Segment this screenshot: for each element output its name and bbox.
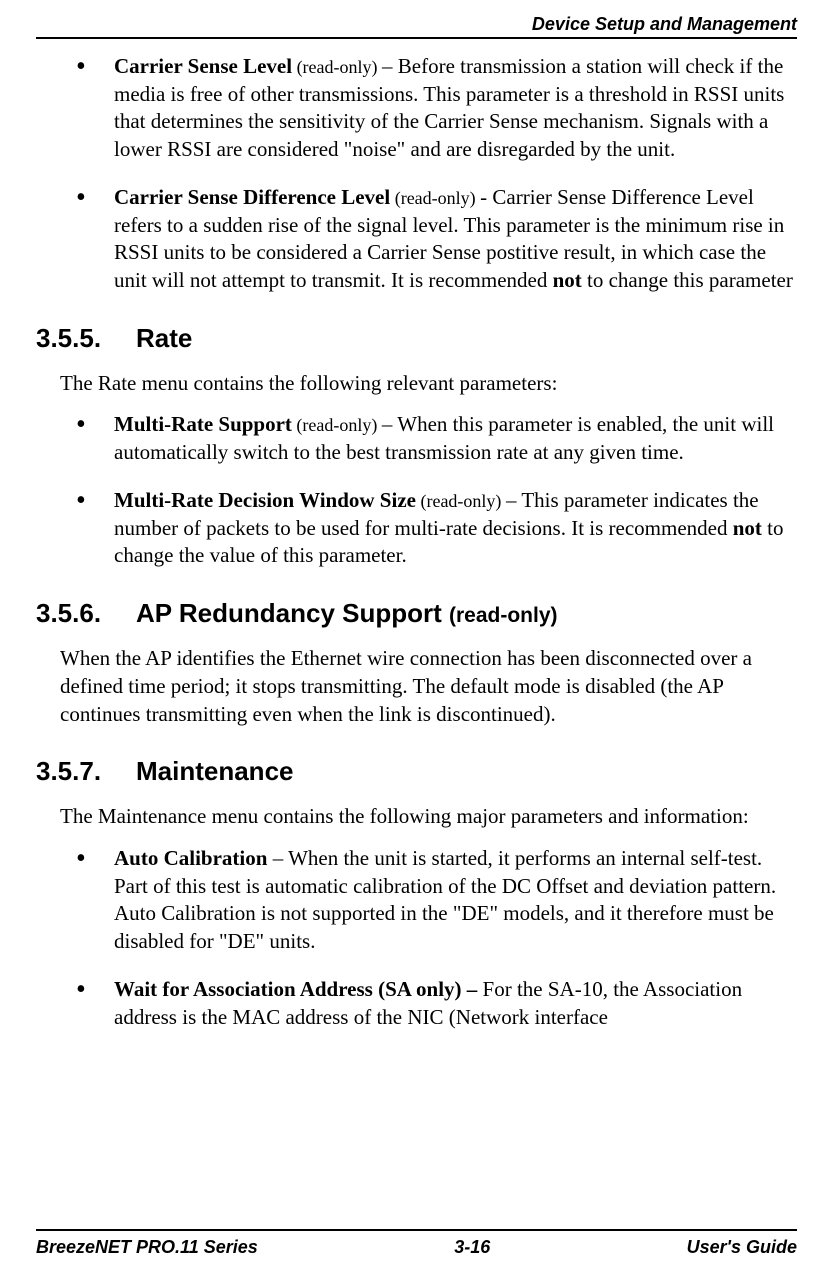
description-post: to change this parameter: [582, 268, 793, 292]
header-title: Device Setup and Management: [532, 14, 797, 34]
read-only-tag: (read-only): [390, 188, 480, 208]
separator: –: [506, 488, 521, 512]
section-heading-maintenance: 3.5.7.Maintenance: [36, 756, 797, 787]
page-content: Carrier Sense Level (read-only) – Before…: [36, 39, 797, 1229]
emphasis: not: [733, 516, 762, 540]
read-only-tag: (read-only): [292, 57, 382, 77]
page-footer: BreezeNET PRO.11 Series 3-16 User's Guid…: [36, 1229, 797, 1258]
top-bullet-list: Carrier Sense Level (read-only) – Before…: [36, 53, 797, 295]
term: Wait for Association Address (SA only) –: [114, 977, 483, 1001]
list-item: Wait for Association Address (SA only) –…: [76, 976, 797, 1031]
separator: –: [382, 54, 398, 78]
section-title: Maintenance: [136, 756, 294, 786]
section-intro: The Rate menu contains the following rel…: [60, 370, 797, 398]
list-item: Auto Calibration – When the unit is star…: [76, 845, 797, 956]
term: Auto Calibration: [114, 846, 273, 870]
section-number: 3.5.5.: [36, 323, 136, 354]
list-item: Multi-Rate Support (read-only) – When th…: [76, 411, 797, 466]
read-only-tag: (read-only): [416, 491, 506, 511]
list-item: Multi-Rate Decision Window Size (read-on…: [76, 487, 797, 570]
section-number: 3.5.6.: [36, 598, 136, 629]
section-paragraph: When the AP identifies the Ethernet wire…: [60, 645, 797, 728]
section-title: Rate: [136, 323, 192, 353]
maintenance-bullet-list: Auto Calibration – When the unit is star…: [36, 845, 797, 1031]
section-heading-rate: 3.5.5.Rate: [36, 323, 797, 354]
section-intro: The Maintenance menu contains the follow…: [60, 803, 797, 831]
section-heading-ap-redundancy: 3.5.6.AP Redundancy Support (read-only): [36, 598, 797, 629]
rate-bullet-list: Multi-Rate Support (read-only) – When th…: [36, 411, 797, 570]
separator: –: [382, 412, 397, 436]
separator: -: [480, 185, 492, 209]
read-only-tag: (read-only): [449, 604, 558, 627]
page-header: Device Setup and Management: [36, 14, 797, 39]
list-item: Carrier Sense Difference Level (read-onl…: [76, 184, 797, 295]
term: Carrier Sense Difference Level: [114, 185, 390, 209]
read-only-tag: (read-only): [292, 415, 382, 435]
list-item: Carrier Sense Level (read-only) – Before…: [76, 53, 797, 164]
term: Carrier Sense Level: [114, 54, 292, 78]
footer-right: User's Guide: [687, 1237, 797, 1258]
section-number: 3.5.7.: [36, 756, 136, 787]
page: Device Setup and Management Carrier Sens…: [0, 0, 833, 1270]
separator: –: [273, 846, 288, 870]
emphasis: not: [553, 268, 582, 292]
term: Multi-Rate Decision Window Size: [114, 488, 416, 512]
footer-left: BreezeNET PRO.11 Series: [36, 1237, 258, 1258]
term: Multi-Rate Support: [114, 412, 292, 436]
footer-center: 3-16: [454, 1237, 490, 1258]
section-title: AP Redundancy Support: [136, 598, 449, 628]
